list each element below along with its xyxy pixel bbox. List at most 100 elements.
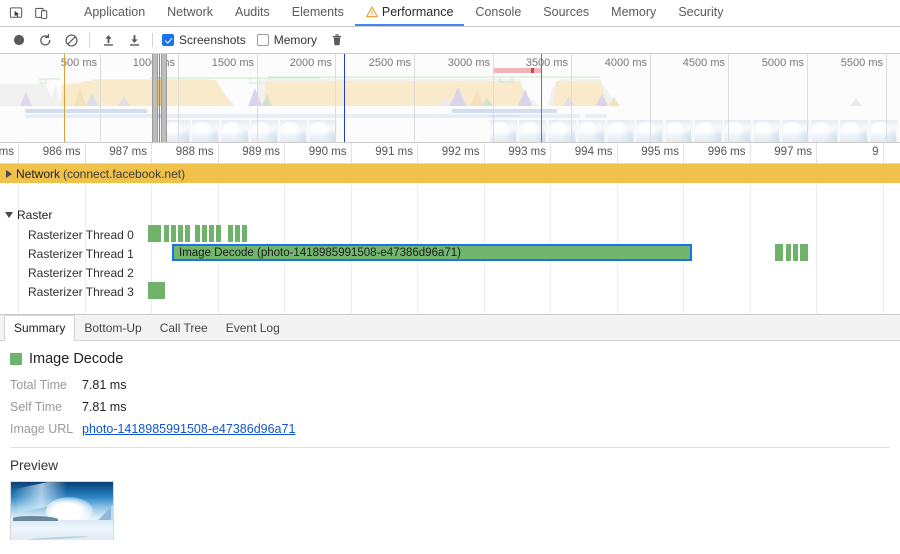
zoom-ruler-tick: 995 ms <box>683 143 684 163</box>
raster-event[interactable] <box>228 225 233 242</box>
filmstrip-frame[interactable] <box>490 120 518 142</box>
raster-event[interactable] <box>209 225 214 242</box>
rasterizer-thread-2-label[interactable]: Rasterizer Thread 2 <box>0 266 134 280</box>
filmstrip-frame[interactable] <box>578 120 606 142</box>
zoom-tick-label: 990 ms <box>309 146 347 158</box>
memory-label: Memory <box>274 33 317 47</box>
timeline-flame-chart[interactable]: Network (connect.facebook.net) Raster Ra… <box>0 164 900 315</box>
filmstrip-frame[interactable] <box>251 120 279 142</box>
raster-event[interactable] <box>148 225 161 242</box>
filmstrip-frame[interactable] <box>665 120 693 142</box>
clear-no-entry-icon[interactable] <box>58 28 84 52</box>
filmstrip-frame[interactable] <box>519 120 547 142</box>
raster-event[interactable] <box>242 225 247 242</box>
toolbar-divider <box>152 33 153 47</box>
filmstrip-frame[interactable] <box>811 120 839 142</box>
tab-event-log[interactable]: Event Log <box>217 315 289 340</box>
memory-checkbox[interactable]: Memory <box>257 33 317 47</box>
tab-audits[interactable]: Audits <box>224 0 281 26</box>
filmstrip-frame[interactable] <box>782 120 810 142</box>
raster-event[interactable] <box>178 225 183 242</box>
image-url-link[interactable]: photo-1418985991508-e47386d96a71 <box>82 422 295 436</box>
overview-ruler-tick: 4000 ms <box>650 54 651 142</box>
network-track-header[interactable]: Network (connect.facebook.net) <box>0 164 900 183</box>
tab-call-tree[interactable]: Call Tree <box>151 315 217 340</box>
selected-image-decode-event[interactable]: Image Decode (photo-1418985991508-e47386… <box>172 244 692 261</box>
filmstrip-frame[interactable] <box>192 120 220 142</box>
filmstrip-frame[interactable] <box>840 120 868 142</box>
overview-ruler: 500 ms1000 ms1500 ms2000 ms2500 ms3000 m… <box>0 54 900 74</box>
tab-network[interactable]: Network <box>156 0 224 26</box>
tab-performance[interactable]: Performance <box>355 0 465 26</box>
filmstrip-frame[interactable] <box>309 120 337 142</box>
zoom-ruler-tick: 988 ms <box>218 143 219 163</box>
raster-event[interactable] <box>185 225 190 242</box>
filmstrip-frame[interactable] <box>280 120 308 142</box>
performance-toolbar: Screenshots Memory <box>0 27 900 54</box>
overview-tick-label: 500 ms <box>61 57 97 69</box>
flame-grid-line <box>417 164 418 314</box>
raster-event[interactable] <box>775 244 783 261</box>
device-toolbar-icon[interactable] <box>33 5 49 21</box>
image-preview-thumbnail[interactable] <box>10 481 114 540</box>
tab-bottom-up[interactable]: Bottom-Up <box>75 315 150 340</box>
tab-memory[interactable]: Memory <box>600 0 667 26</box>
raster-event[interactable] <box>800 244 808 261</box>
raster-event[interactable] <box>164 225 169 242</box>
long-task-indicator <box>494 68 542 73</box>
filmstrip-frame[interactable] <box>607 120 635 142</box>
zoom-tick-label: 996 ms <box>708 146 746 158</box>
zoom-ruler-tick: 987 ms <box>151 143 152 163</box>
raster-event[interactable] <box>195 225 200 242</box>
load-profile-up-arrow-icon[interactable] <box>95 28 121 52</box>
rasterizer-thread-1-label[interactable]: Rasterizer Thread 1 <box>0 247 134 261</box>
record-circle-icon[interactable] <box>6 28 32 52</box>
raster-event[interactable] <box>148 282 165 299</box>
rasterizer-thread-3-label[interactable]: Rasterizer Thread 3 <box>0 285 134 299</box>
zoom-ruler-tick: 985 ms <box>18 143 19 163</box>
filmstrip-frame[interactable] <box>221 120 249 142</box>
raster-event[interactable] <box>235 225 240 242</box>
overview-tick-label: 3000 ms <box>448 57 490 69</box>
collapse-triangle-icon[interactable] <box>5 212 13 218</box>
tab-console[interactable]: Console <box>464 0 532 26</box>
tab-elements[interactable]: Elements <box>281 0 355 26</box>
filmstrip-frame[interactable] <box>548 120 576 142</box>
reload-record-icon[interactable] <box>32 28 58 52</box>
row-value: 7.81 ms <box>82 400 126 414</box>
overview-ruler-tick: 5000 ms <box>807 54 808 142</box>
tab-sources[interactable]: Sources <box>532 0 600 26</box>
overview-tick-label: 5500 ms <box>841 57 883 69</box>
raster-group-header[interactable]: Raster <box>5 208 52 222</box>
inspect-cursor-icon[interactable] <box>8 5 24 21</box>
raster-event[interactable] <box>202 225 207 242</box>
flame-grid-line <box>284 164 285 314</box>
raster-event[interactable] <box>216 225 221 242</box>
timeline-overview[interactable]: 500 ms1000 ms1500 ms2000 ms2500 ms3000 m… <box>0 54 900 143</box>
network-track-label: Network <box>16 167 60 181</box>
filmstrip-frame[interactable] <box>870 120 898 142</box>
filmstrip-frame[interactable] <box>694 120 722 142</box>
expand-triangle-icon[interactable] <box>6 170 12 178</box>
save-profile-down-arrow-icon[interactable] <box>121 28 147 52</box>
tab-summary[interactable]: Summary <box>4 315 75 341</box>
raster-event[interactable] <box>793 244 798 261</box>
overview-filmstrip[interactable] <box>0 120 900 142</box>
row-key: Image URL <box>10 422 82 436</box>
zoom-ruler-tick: 997 ms <box>816 143 817 163</box>
flame-grid-line <box>351 164 352 314</box>
raster-event[interactable] <box>171 225 176 242</box>
tab-security[interactable]: Security <box>667 0 734 26</box>
filmstrip-frame[interactable] <box>753 120 781 142</box>
overview-window-handle-right[interactable] <box>161 54 167 142</box>
screenshots-checkbox[interactable]: Screenshots <box>162 33 246 47</box>
row-key: Self Time <box>10 400 82 414</box>
summary-body: Image Decode Total Time 7.81 ms Self Tim… <box>0 341 900 540</box>
zoom-tick-label: 991 ms <box>375 146 413 158</box>
rasterizer-thread-0-label[interactable]: Rasterizer Thread 0 <box>0 228 134 242</box>
collect-garbage-trash-icon[interactable] <box>324 28 350 52</box>
raster-event[interactable] <box>786 244 791 261</box>
toolbar-divider <box>89 33 90 47</box>
overview-window-handle-left[interactable] <box>152 54 158 142</box>
tab-application[interactable]: Application <box>73 0 156 26</box>
